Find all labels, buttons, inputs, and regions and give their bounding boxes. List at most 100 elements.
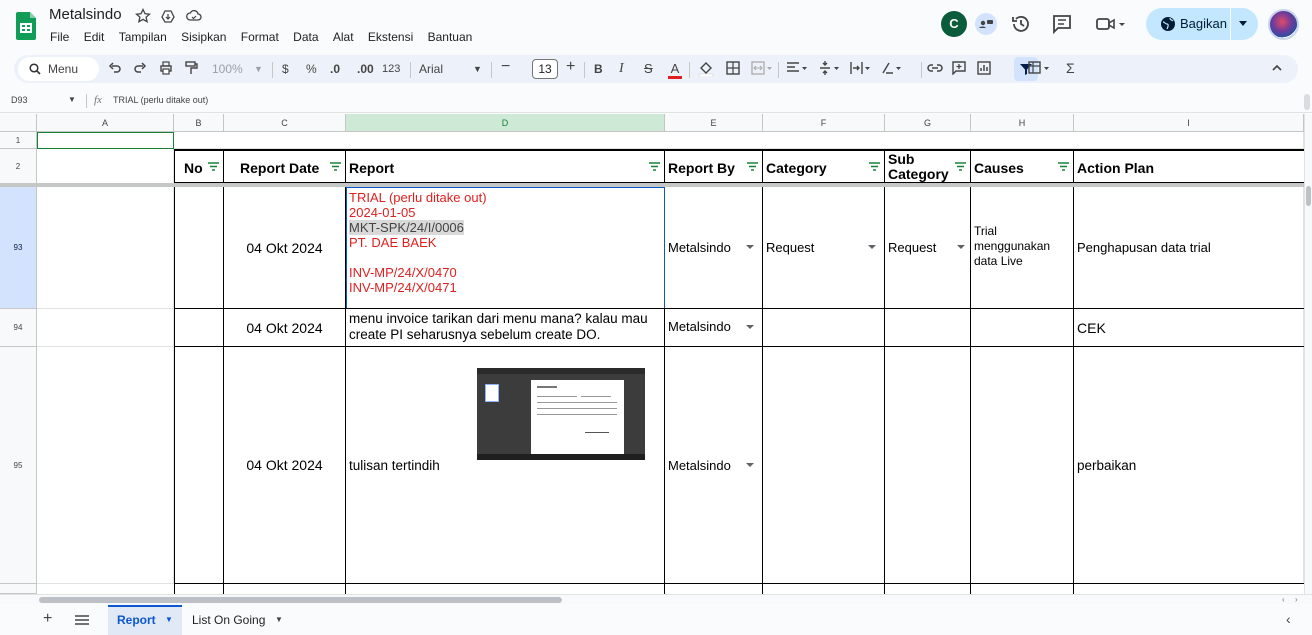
add-sheet-icon[interactable]: +	[43, 610, 52, 628]
menu-extensions[interactable]: Ekstensi	[368, 30, 413, 44]
cell-action-plan-94[interactable]: CEK	[1074, 309, 1304, 347]
increase-decimal-button[interactable]: .00	[357, 61, 374, 77]
user-profile-avatar[interactable]	[1268, 9, 1299, 40]
insert-chart-icon[interactable]	[977, 61, 991, 75]
header-report-date[interactable]: Report Date	[224, 149, 346, 184]
column-header-g[interactable]: G	[885, 114, 971, 132]
bold-button[interactable]: B	[594, 61, 603, 77]
column-filter-icon[interactable]	[649, 162, 660, 171]
explore-collapse-icon[interactable]: ‹	[1286, 611, 1291, 627]
column-filter-icon[interactable]	[330, 162, 341, 171]
name-box-dropdown-icon[interactable]: ▼	[68, 95, 76, 104]
menu-insert[interactable]: Sisipkan	[181, 30, 226, 44]
formula-input[interactable]: TRIAL (perlu ditake out)	[113, 95, 208, 105]
collaborator-avatar[interactable]: C	[941, 11, 967, 37]
column-filter-icon[interactable]	[747, 162, 758, 171]
share-button[interactable]: Bagikan	[1146, 8, 1258, 40]
row-header-93[interactable]: 93	[0, 187, 37, 309]
column-header-d[interactable]: D	[346, 114, 665, 132]
cell-a2[interactable]	[37, 149, 174, 184]
cell-action-plan-93[interactable]: Penghapusan data trial	[1074, 187, 1304, 309]
share-dropdown-icon[interactable]	[1239, 21, 1247, 26]
collapse-menus-icon[interactable]	[1270, 61, 1284, 75]
column-filter-icon[interactable]	[1058, 162, 1069, 171]
menu-edit[interactable]: Edit	[84, 30, 105, 44]
paint-format-icon[interactable]	[184, 61, 198, 75]
sheet-tab-menu-icon[interactable]: ▼	[275, 605, 283, 635]
name-box[interactable]: D93	[11, 95, 28, 105]
insert-comment-icon[interactable]	[952, 61, 966, 75]
dropdown-chip-icon[interactable]	[746, 463, 754, 467]
column-header-c[interactable]: C	[224, 114, 346, 132]
font-dropdown-icon[interactable]: ▼	[473, 61, 482, 77]
zoom-select[interactable]: 100%	[212, 61, 243, 77]
cell-report-by-95[interactable]: Metalsindo	[665, 347, 763, 584]
cell-causes-93[interactable]: Trial menggunakan data Live	[971, 187, 1074, 309]
menu-help[interactable]: Bantuan	[428, 30, 473, 44]
version-history-icon[interactable]	[1009, 12, 1033, 36]
filter-views-icon[interactable]	[1028, 61, 1052, 75]
dropdown-chip-icon[interactable]	[746, 325, 754, 329]
column-header-e[interactable]: E	[665, 114, 763, 132]
decrease-decimal-button[interactable]: .0	[330, 61, 340, 77]
horizontal-align-icon[interactable]	[786, 61, 808, 75]
column-header-h[interactable]: H	[971, 114, 1074, 132]
cell-report-95[interactable]: tulisan tertindih	[346, 347, 665, 584]
cell-date-95[interactable]: 04 Okt 2024	[224, 347, 346, 584]
horizontal-scroll-thumb[interactable]	[39, 597, 562, 603]
menu-tools[interactable]: Alat	[333, 30, 354, 44]
zoom-dropdown-icon[interactable]: ▼	[254, 61, 263, 77]
increase-font-size-button[interactable]: +	[566, 59, 575, 75]
cell-report-by-94[interactable]: Metalsindo	[665, 309, 763, 347]
column-filter-icon[interactable]	[869, 162, 880, 171]
scroll-right-icon[interactable]: ›	[1295, 595, 1298, 604]
column-filter-icon[interactable]	[208, 162, 219, 171]
cell-a95[interactable]	[37, 347, 174, 584]
header-report[interactable]: Report	[346, 149, 665, 184]
cell-report-by-93[interactable]: Metalsindo	[665, 187, 763, 309]
star-icon[interactable]	[135, 8, 151, 24]
strikethrough-button[interactable]: S	[644, 61, 653, 77]
row-header-95[interactable]: 95	[0, 347, 37, 584]
dropdown-chip-icon[interactable]	[746, 245, 754, 249]
header-no[interactable]: No	[174, 149, 224, 184]
more-formats-button[interactable]: 123	[382, 61, 400, 77]
cell-report-93[interactable]: TRIAL (perlu ditake out) 2024-01-05 MKT-…	[346, 187, 665, 309]
dropdown-chip-icon[interactable]	[868, 245, 876, 249]
column-header-a[interactable]: A	[37, 114, 174, 132]
sheet-tab-menu-icon[interactable]: ▼	[165, 605, 173, 635]
row-header-1[interactable]: 1	[0, 132, 37, 149]
menu-format[interactable]: Format	[241, 30, 279, 44]
font-select[interactable]: Arial	[419, 61, 443, 77]
cell-a1[interactable]	[37, 132, 174, 149]
redo-icon[interactable]	[133, 61, 147, 75]
cell-sub-category-93[interactable]: Request	[885, 187, 971, 309]
borders-icon[interactable]	[726, 61, 740, 75]
header-category[interactable]: Category	[763, 149, 885, 184]
document-title[interactable]: Metalsindo	[49, 6, 122, 23]
cell-category-95[interactable]	[763, 347, 885, 584]
cell-date-93[interactable]: 04 Okt 2024	[224, 187, 346, 309]
formula-bar-scroll[interactable]	[1304, 94, 1310, 110]
column-filter-icon[interactable]	[955, 162, 966, 171]
font-size-input[interactable]: 13	[532, 59, 558, 79]
row-1-cells[interactable]	[174, 132, 1304, 149]
column-header-i[interactable]: I	[1074, 114, 1304, 132]
header-action-plan[interactable]: Action Plan	[1074, 149, 1304, 184]
header-report-by[interactable]: Report By	[665, 149, 763, 184]
row-header-96[interactable]	[0, 584, 37, 594]
column-header-f[interactable]: F	[763, 114, 885, 132]
functions-button[interactable]: Σ	[1066, 60, 1075, 76]
cell-no-93[interactable]	[174, 187, 224, 309]
menu-file[interactable]: File	[50, 30, 69, 44]
menu-data[interactable]: Data	[293, 30, 318, 44]
menu-view[interactable]: Tampilan	[119, 30, 167, 44]
text-wrapping-icon[interactable]	[850, 61, 872, 75]
column-header-b[interactable]: B	[174, 114, 224, 132]
cell-no-94[interactable]	[174, 309, 224, 347]
format-currency-button[interactable]: $	[282, 61, 289, 77]
merge-cells-icon[interactable]	[751, 61, 773, 75]
print-icon[interactable]	[159, 61, 173, 75]
vertical-scroll-thumb[interactable]	[1306, 186, 1311, 206]
scroll-left-icon[interactable]: ‹	[1282, 595, 1285, 604]
